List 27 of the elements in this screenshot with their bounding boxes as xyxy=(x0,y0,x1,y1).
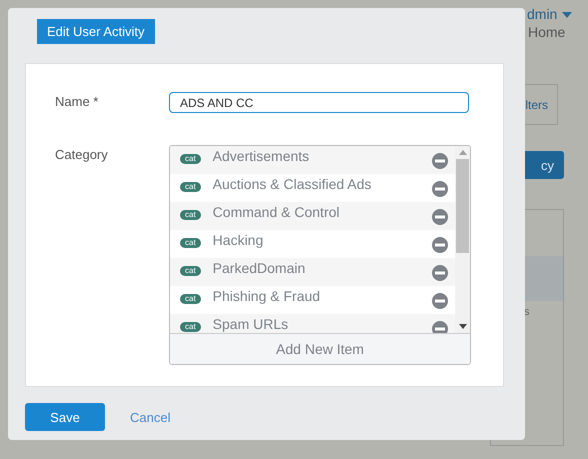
field-label: Name * xyxy=(55,93,100,111)
category-item[interactable]: cat Advertisements xyxy=(170,146,455,174)
category-item[interactable]: cat Command & Control xyxy=(170,202,455,230)
add-item-button[interactable]: Add New Item xyxy=(170,334,470,364)
category-name: Auctions & Classified Ads xyxy=(212,176,372,192)
save-button[interactable]: Save xyxy=(25,403,105,431)
category-name: Advertisements xyxy=(212,148,310,164)
cancel-link[interactable]: Cancel xyxy=(130,410,170,424)
category-tag: cat xyxy=(180,182,201,192)
category-tag: cat xyxy=(180,210,201,220)
user-menu[interactable]: dmin xyxy=(527,6,558,22)
category-tag: cat xyxy=(180,154,201,164)
category-tag: cat xyxy=(180,238,201,248)
category-name: Command & Control xyxy=(212,204,340,220)
category-name: Hacking xyxy=(212,232,264,248)
category-name: Spam URLs xyxy=(212,316,290,332)
category-item[interactable]: cat ParkedDomain xyxy=(170,258,455,286)
category-item[interactable]: cat Spam URLs xyxy=(170,314,455,333)
category-name: Phishing & Fraud xyxy=(212,288,322,304)
home-link[interactable]: Home xyxy=(528,24,566,40)
name-field[interactable]: ADS AND CC xyxy=(169,92,469,113)
category-tag: cat xyxy=(180,294,201,304)
category-tag: cat xyxy=(180,266,201,276)
category-name: ParkedDomain xyxy=(212,260,306,276)
category-tag: cat xyxy=(180,322,201,332)
dialog-title: Edit User Activity xyxy=(37,19,155,44)
field-label: Category xyxy=(55,146,109,164)
